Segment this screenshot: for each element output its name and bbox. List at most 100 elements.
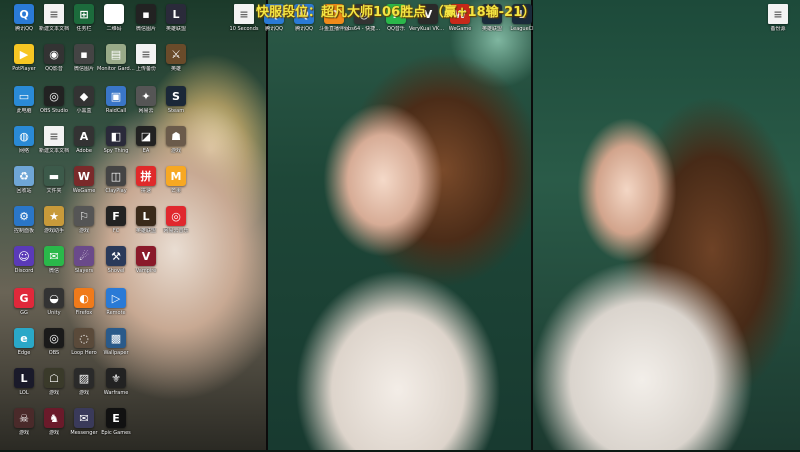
desktop-icon[interactable]: ≡ 备份源 (762, 4, 794, 48)
desktop-icon[interactable]: S Steam (160, 86, 192, 130)
desktop-icon-label: 游戏 (170, 148, 181, 154)
app-icon: ◪ (136, 126, 156, 146)
desktop-icon[interactable]: W WeGame (68, 166, 100, 210)
app-icon: ≡ (44, 4, 64, 24)
app-icon: ☠ (14, 408, 34, 428)
desktop-icon-label: Vampire (135, 268, 157, 274)
app-icon: F (106, 206, 126, 226)
desktop-icon[interactable]: V Vampire (130, 246, 162, 290)
app-icon: e (14, 328, 34, 348)
app-icon: ▬ (44, 166, 64, 186)
desktop-icon[interactable]: ◐ Firefox (68, 288, 100, 332)
app-icon: ▪ (74, 44, 94, 64)
app-icon: ◫ (106, 166, 126, 186)
desktop-icon[interactable]: A Adobe (68, 126, 100, 170)
desktop-icon-label: 备份源 (770, 26, 786, 32)
app-icon: ◉ (44, 44, 64, 64)
app-icon: ▶ (14, 44, 34, 64)
app-icon: ◎ (44, 86, 64, 106)
desktop-icon[interactable]: ◆ 小黑盒 (68, 86, 100, 130)
app-icon: ▨ (74, 368, 94, 388)
app-icon: Q (14, 4, 34, 24)
app-icon: ▤ (106, 44, 126, 64)
app-icon: W (74, 166, 94, 186)
app-icon: ≡ (768, 4, 788, 24)
desktop-icon-label: Steam (167, 108, 185, 114)
app-icon: ◒ (44, 288, 64, 308)
desktop-icon[interactable]: ▦ 二维码 (98, 4, 130, 48)
wallpaper-divider (531, 0, 533, 450)
app-icon: E (106, 408, 126, 428)
app-icon: ▣ (106, 86, 126, 106)
app-icon: ✦ (136, 86, 156, 106)
app-icon: ◍ (14, 126, 34, 146)
desktop-icon[interactable]: ◎ 网易云音乐 (160, 206, 192, 250)
app-icon: ☗ (166, 126, 186, 146)
wallpaper-panel-right (532, 0, 800, 450)
app-icon: ◧ (106, 126, 126, 146)
app-icon: ⚙ (14, 206, 34, 226)
desktop-icon-label: 英雄 (170, 66, 181, 72)
desktop-icon-label: Epic Games (101, 430, 131, 436)
app-icon: ☺ (14, 246, 34, 266)
app-icon: ♻ (14, 166, 34, 186)
app-icon: ⚐ (74, 206, 94, 226)
desktop-icon-label: Warframe (103, 390, 129, 396)
app-icon: S (166, 86, 186, 106)
app-icon: ☖ (44, 368, 64, 388)
app-icon: ✉ (44, 246, 64, 266)
app-icon: G (14, 288, 34, 308)
app-icon: ▦ (104, 4, 124, 24)
app-icon: ♞ (44, 408, 64, 428)
app-icon: ◎ (166, 206, 186, 226)
desktop-icon[interactable]: L 英雄联盟 (160, 4, 192, 48)
app-icon: L (14, 368, 34, 388)
desktop-icon[interactable]: ▩ Wallpaper (100, 328, 132, 372)
app-icon: ⚒ (106, 246, 126, 266)
desktop-icon[interactable]: ◌ Loop Hero (68, 328, 100, 372)
stream-rank-overlay: 快服段位：超凡大师106胜点 （赢+18输-21） (256, 5, 536, 20)
desktop-icon[interactable]: ⚜ Warframe (100, 368, 132, 412)
app-icon: ◐ (74, 288, 94, 308)
desktop-icon[interactable]: ▪ 微信图片 (68, 44, 100, 88)
desktop-icon[interactable]: ☗ 游戏 (160, 126, 192, 170)
app-icon: 拼 (136, 166, 156, 186)
desktop-icon[interactable]: ⚐ 游戏 (68, 206, 100, 250)
app-icon: ✉ (74, 408, 94, 428)
desktop-icon[interactable]: M 芒果 (160, 166, 192, 210)
app-icon: ▪ (136, 4, 156, 24)
app-icon: L (136, 206, 156, 226)
app-icon: ≡ (234, 4, 254, 24)
app-icon: ◌ (74, 328, 94, 348)
wallpaper-panel-middle (268, 0, 532, 450)
app-icon: L (166, 4, 186, 24)
app-icon: ⚜ (106, 368, 126, 388)
desktop-icon[interactable]: E Epic Games (100, 408, 132, 452)
app-icon: ★ (44, 206, 64, 226)
desktop-icon-label: 网易云音乐 (163, 228, 189, 234)
desktop-icon-label: LeagueCl (510, 26, 534, 32)
desktop-icon[interactable]: ▨ 游戏 (68, 368, 100, 412)
desktop-icon[interactable]: ✉ Messenger (68, 408, 100, 452)
app-icon: ▭ (14, 86, 34, 106)
app-icon: V (136, 246, 156, 266)
app-icon: M (166, 166, 186, 186)
app-icon: ▷ (106, 288, 126, 308)
desktop-icon-label: 芒果 (170, 188, 181, 194)
app-icon: ☄ (74, 246, 94, 266)
wallpaper-divider (266, 0, 268, 450)
desktop-icon[interactable]: ▷ Remote (100, 288, 132, 332)
desktop-icon-label: Wallpaper (103, 350, 129, 356)
app-icon: ▩ (106, 328, 126, 348)
app-icon: ⚔ (166, 44, 186, 64)
app-icon: ≡ (44, 126, 64, 146)
desktop-icon[interactable]: ⚔ 英雄 (160, 44, 192, 88)
app-icon: ⊞ (74, 4, 94, 24)
desktop-icon-label: Remote (106, 310, 126, 316)
app-icon: ◎ (44, 328, 64, 348)
desktop-icon[interactable]: ☄ Slayers (68, 246, 100, 290)
app-icon: A (74, 126, 94, 146)
desktop-icon-label: 英雄联盟 (165, 26, 186, 32)
app-icon: ◆ (74, 86, 94, 106)
app-icon: ≡ (136, 44, 156, 64)
